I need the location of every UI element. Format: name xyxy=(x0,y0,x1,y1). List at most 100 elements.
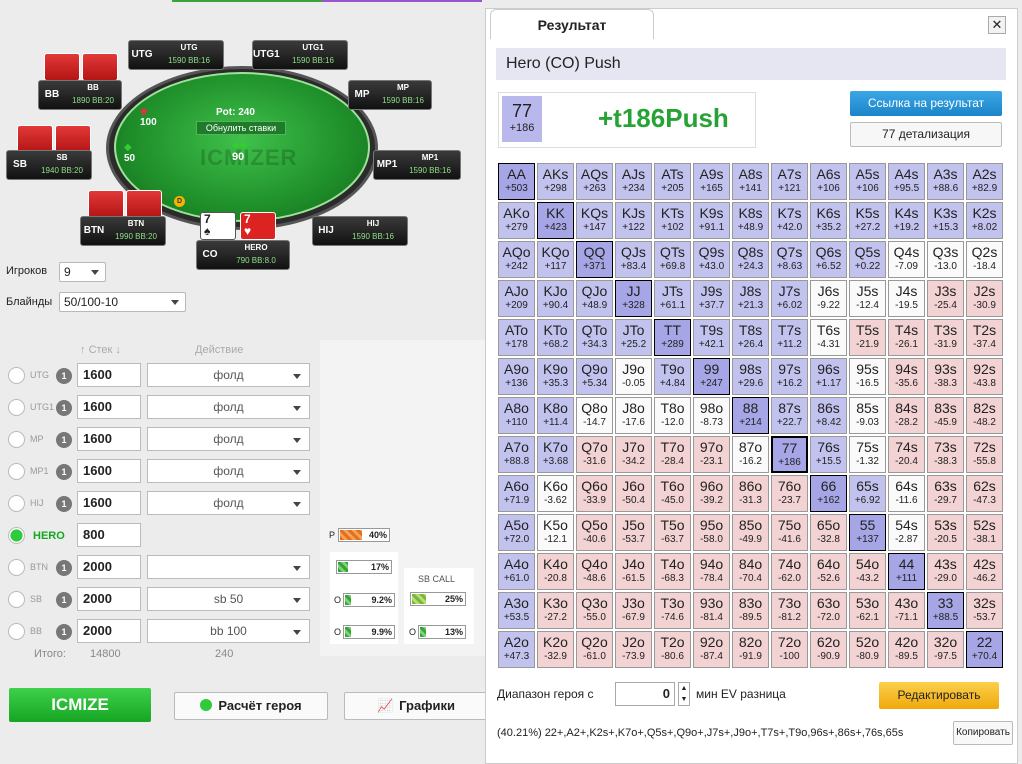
range-cell[interactable]: J5o -53.7 xyxy=(615,514,652,551)
range-cell[interactable]: Q4o -48.6 xyxy=(576,553,613,590)
range-cell[interactable]: K3o -27.2 xyxy=(537,592,574,629)
seat-hij[interactable]: HIJ HIJ 1590 BB:16 xyxy=(312,216,408,246)
range-cell[interactable]: J5s -12.4 xyxy=(849,280,886,317)
range-cell[interactable]: AJo +209 xyxy=(498,280,535,317)
seat-btn[interactable]: BTN BTN 1990 BB:20 xyxy=(80,216,166,246)
range-cell[interactable]: AKs +298 xyxy=(537,163,574,200)
range-cell[interactable]: Q3s -13.0 xyxy=(927,241,964,278)
player-action-select[interactable]: фолд xyxy=(147,459,310,483)
range-cell[interactable]: 83s -45.9 xyxy=(927,397,964,434)
range-cell[interactable]: Q4s -7.09 xyxy=(888,241,925,278)
seat-bb[interactable]: BB BB 1890 BB:20 xyxy=(38,80,122,110)
range-cell[interactable]: 98s +29.6 xyxy=(732,358,769,395)
charts-button[interactable]: 📈 Графики xyxy=(344,692,488,720)
range-cell[interactable]: T6s -4.31 xyxy=(810,319,847,356)
player-count-badge[interactable]: 1 xyxy=(56,368,72,384)
range-cell[interactable]: T3o -74.6 xyxy=(654,592,691,629)
range-input[interactable]: 0 xyxy=(615,682,675,706)
range-cell[interactable]: 97s +16.2 xyxy=(771,358,808,395)
range-cell[interactable]: Q2s -18.4 xyxy=(966,241,1003,278)
range-cell[interactable]: QJo +48.9 xyxy=(576,280,613,317)
range-cell[interactable]: A8o +110 xyxy=(498,397,535,434)
detail-button[interactable]: 77 детализация xyxy=(850,122,1002,147)
range-cell[interactable]: A5s +106 xyxy=(849,163,886,200)
range-cell[interactable]: K8s +48.9 xyxy=(732,202,769,239)
range-cell[interactable]: K3s +15.3 xyxy=(927,202,964,239)
range-cell[interactable]: 76o -23.7 xyxy=(771,475,808,512)
range-cell[interactable]: 98o -8.73 xyxy=(693,397,730,434)
hero-calc-button[interactable]: Расчёт героя xyxy=(174,692,328,720)
range-cell[interactable]: 75o -41.6 xyxy=(771,514,808,551)
range-cell[interactable]: 73o -81.2 xyxy=(771,592,808,629)
range-cell[interactable]: KJs +122 xyxy=(615,202,652,239)
range-cell[interactable]: 75s -1.32 xyxy=(849,436,886,473)
range-cell[interactable]: A9o +136 xyxy=(498,358,535,395)
range-cell[interactable]: 77 +186 xyxy=(771,436,808,473)
range-cell[interactable]: T3s -31.9 xyxy=(927,319,964,356)
range-cell[interactable]: 54o -43.2 xyxy=(849,553,886,590)
range-cell[interactable]: 66 +162 xyxy=(810,475,847,512)
range-cell[interactable]: 87o -16.2 xyxy=(732,436,769,473)
range-cell[interactable]: 86o -31.3 xyxy=(732,475,769,512)
range-cell[interactable]: K9s +91.1 xyxy=(693,202,730,239)
range-cell[interactable]: K6o -3.62 xyxy=(537,475,574,512)
range-cell[interactable]: 52o -80.9 xyxy=(849,631,886,668)
range-cell[interactable]: J6o -50.4 xyxy=(615,475,652,512)
player-stack-input[interactable]: 1600 xyxy=(77,395,141,419)
range-cell[interactable]: ATs +205 xyxy=(654,163,691,200)
range-cell[interactable]: J3o -67.9 xyxy=(615,592,652,629)
range-cell[interactable]: K2o -32.9 xyxy=(537,631,574,668)
range-cell[interactable]: J4s -19.5 xyxy=(888,280,925,317)
range-cell[interactable]: 44 +111 xyxy=(888,553,925,590)
range-cell[interactable]: A4s +95.5 xyxy=(888,163,925,200)
range-cell[interactable]: 94s -35.6 xyxy=(888,358,925,395)
range-cell[interactable]: TT +289 xyxy=(654,319,691,356)
player-action-select[interactable] xyxy=(147,555,310,579)
range-cell[interactable]: J7s +6.02 xyxy=(771,280,808,317)
seat-hero[interactable]: CO HERO 790 BB:8.0 xyxy=(196,240,290,270)
blinds-select[interactable]: 50/100-10 xyxy=(59,292,186,312)
player-radio[interactable] xyxy=(8,591,25,608)
player-count-badge[interactable]: 1 xyxy=(56,560,72,576)
range-cell[interactable]: Q7o -31.6 xyxy=(576,436,613,473)
player-radio[interactable] xyxy=(8,399,25,416)
range-cell[interactable]: 83o -89.5 xyxy=(732,592,769,629)
range-cell[interactable]: Q9s +43.0 xyxy=(693,241,730,278)
range-cell[interactable]: 55 +137 xyxy=(849,514,886,551)
seat-utg[interactable]: UTG UTG 1590 BB:16 xyxy=(128,40,224,70)
range-cell[interactable]: A3s +88.6 xyxy=(927,163,964,200)
seat-mp[interactable]: MP MP 1590 BB:16 xyxy=(348,80,432,110)
range-cell[interactable]: Q6s +6.52 xyxy=(810,241,847,278)
range-cell[interactable]: 63o -72.0 xyxy=(810,592,847,629)
range-cell[interactable]: K2s +8.02 xyxy=(966,202,1003,239)
range-cell[interactable]: 52s -38.1 xyxy=(966,514,1003,551)
range-cell[interactable]: 96s +1.17 xyxy=(810,358,847,395)
range-cell[interactable]: T7o -28.4 xyxy=(654,436,691,473)
range-cell[interactable]: J6s -9.22 xyxy=(810,280,847,317)
range-cell[interactable]: K9o +35.3 xyxy=(537,358,574,395)
player-action-select[interactable]: sb 50 xyxy=(147,587,310,611)
range-cell[interactable]: 62o -90.9 xyxy=(810,631,847,668)
range-cell[interactable]: 22 +70.4 xyxy=(966,631,1003,668)
range-cell[interactable]: K5o -12.1 xyxy=(537,514,574,551)
player-action-select[interactable]: фолд xyxy=(147,427,310,451)
range-cell[interactable]: 64o -52.6 xyxy=(810,553,847,590)
range-cell[interactable]: 74o -62.0 xyxy=(771,553,808,590)
player-action-select[interactable]: фолд xyxy=(147,395,310,419)
range-cell[interactable]: A7s +121 xyxy=(771,163,808,200)
range-cell[interactable]: AJs +234 xyxy=(615,163,652,200)
seat-sb[interactable]: SB SB 1940 BB:20 xyxy=(6,150,92,180)
range-cell[interactable]: 76s +15.5 xyxy=(810,436,847,473)
player-count-badge[interactable]: 1 xyxy=(56,592,72,608)
player-radio[interactable] xyxy=(8,559,25,576)
range-cell[interactable]: KTo +68.2 xyxy=(537,319,574,356)
player-action-select[interactable]: bb 100 xyxy=(147,619,310,643)
range-cell[interactable]: T8o -12.0 xyxy=(654,397,691,434)
range-cell[interactable]: AQs +263 xyxy=(576,163,613,200)
range-cell[interactable]: AA +503 xyxy=(498,163,535,200)
range-cell[interactable]: Q3o -55.0 xyxy=(576,592,613,629)
range-cell[interactable]: 65o -32.8 xyxy=(810,514,847,551)
range-cell[interactable]: J4o -61.5 xyxy=(615,553,652,590)
range-cell[interactable]: T5o -63.7 xyxy=(654,514,691,551)
range-cell[interactable]: 73s -38.3 xyxy=(927,436,964,473)
